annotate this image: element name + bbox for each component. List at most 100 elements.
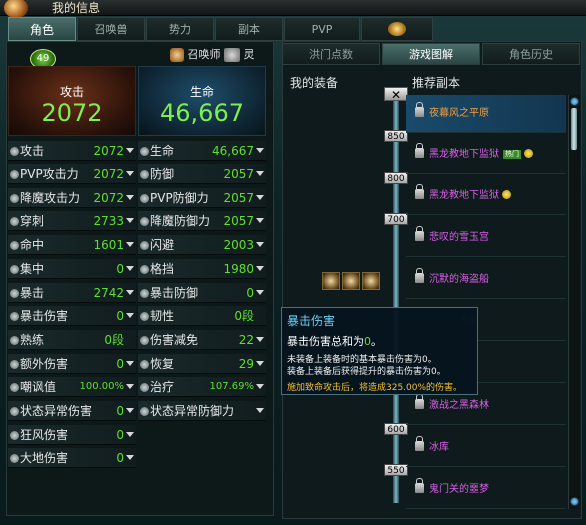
stat-row-mastery[interactable]: 熟练 0段: [8, 330, 136, 350]
stat-row-hp[interactable]: 生命 46,667: [138, 141, 266, 161]
stat-value: 107.69%: [209, 381, 255, 392]
stat-row-taunt[interactable]: 嘲讽值 100.00%: [8, 377, 136, 397]
stat-row-focus[interactable]: 集中 0: [8, 259, 136, 279]
stat-label: 状态异常防御力: [150, 404, 235, 418]
scroll-thumb[interactable]: [571, 108, 577, 150]
summoner-label: 召唤师: [187, 48, 221, 61]
focus-icon: [10, 265, 19, 274]
gear-tick-label: 600: [384, 423, 408, 435]
close-button[interactable]: ✕: [384, 87, 408, 102]
gear-tick-label: 700: [384, 213, 408, 225]
stat-row-status-damage[interactable]: 状态异常伤害 0: [8, 401, 136, 421]
expand-arrow-icon[interactable]: [126, 195, 134, 200]
stat-row-crit-damage[interactable]: 暴击伤害 0: [8, 306, 136, 326]
expand-arrow-icon[interactable]: [256, 408, 264, 413]
expand-arrow-icon[interactable]: [126, 313, 134, 318]
expand-arrow-icon[interactable]: [256, 218, 264, 223]
stat-row-pierce[interactable]: 穿刺 2733: [8, 211, 136, 231]
main-tabs: 角色 召唤兽 势力 副本 PVP: [8, 17, 434, 41]
stat-label: 暴击防御: [150, 286, 199, 300]
stat-row-healing[interactable]: 治疗 107.69%: [138, 377, 266, 397]
tab-character[interactable]: 角色: [8, 17, 76, 41]
expand-arrow-icon[interactable]: [256, 290, 264, 295]
stat-row-earth-damage[interactable]: 大地伤害 0: [8, 448, 136, 468]
stat-row-accuracy[interactable]: 命中 1601: [8, 235, 136, 255]
equipment-icon[interactable]: [342, 272, 360, 290]
expand-arrow-icon[interactable]: [126, 455, 134, 460]
tab-faction[interactable]: 势力: [146, 17, 214, 41]
list-item[interactable]: 夜幕风之平原: [406, 95, 566, 133]
expand-arrow-icon[interactable]: [256, 384, 264, 389]
expand-arrow-icon[interactable]: [126, 361, 134, 366]
expand-arrow-icon[interactable]: [256, 242, 264, 247]
block-icon: [140, 265, 149, 274]
scrollbar[interactable]: [568, 95, 580, 509]
list-item[interactable]: 沉默的海盗船: [406, 261, 566, 299]
expand-arrow-icon[interactable]: [126, 242, 134, 247]
expand-arrow-icon[interactable]: [126, 432, 134, 437]
stat-row-evasion[interactable]: 闪避 2003: [138, 235, 266, 255]
window-title: 我的信息: [52, 1, 101, 15]
stat-value: 0段: [104, 333, 124, 347]
stat-row-crit-defense[interactable]: 暴击防御 0: [138, 283, 266, 303]
stat-row-toughness[interactable]: 韧性 0段: [138, 306, 266, 326]
tab-game-guide[interactable]: 游戏图解: [382, 43, 480, 65]
expand-arrow-icon[interactable]: [256, 171, 264, 176]
tab-character-history[interactable]: 角色历史: [482, 43, 580, 65]
expand-arrow-icon[interactable]: [126, 266, 134, 271]
expand-arrow-icon[interactable]: [256, 266, 264, 271]
list-item[interactable]: 冰库: [406, 429, 566, 467]
recovery-icon: [140, 360, 149, 369]
list-item[interactable]: 黑龙教地下监狱 热门: [406, 136, 566, 174]
stat-row-defense[interactable]: 防御 2057: [138, 164, 266, 184]
expand-arrow-icon[interactable]: [256, 361, 264, 366]
expand-arrow-icon[interactable]: [126, 218, 134, 223]
list-item[interactable]: 鬼门关的噩梦: [406, 471, 566, 509]
tab-emblem[interactable]: [361, 17, 433, 41]
expand-arrow-icon[interactable]: [126, 148, 134, 153]
hp-label: 生命: [189, 85, 214, 99]
stat-value: 2057: [223, 191, 254, 205]
equipment-icon[interactable]: [322, 272, 340, 290]
tab-hongmen-points[interactable]: 洪门点数: [282, 43, 380, 65]
expand-arrow-icon[interactable]: [126, 171, 134, 176]
stat-label: 状态异常伤害: [20, 404, 93, 418]
stat-label: 集中: [20, 262, 45, 276]
tab-summon[interactable]: 召唤兽: [77, 17, 145, 41]
list-item[interactable]: 悲叹的雪玉宫: [406, 219, 566, 257]
defense-icon: [140, 170, 149, 179]
scroll-down-button[interactable]: [570, 497, 579, 506]
expand-arrow-icon[interactable]: [126, 290, 134, 295]
lock-icon: [415, 184, 424, 199]
stat-row-pvp-attack[interactable]: PVP攻击力 2072: [8, 164, 136, 184]
expand-arrow-icon[interactable]: [126, 384, 134, 389]
stat-row-damage-reduction[interactable]: 伤害减免 22: [138, 330, 266, 350]
list-item[interactable]: 黑龙教地下监狱: [406, 177, 566, 215]
hp-summary: 生命 46,667: [138, 66, 266, 136]
lock-icon: [415, 436, 424, 451]
stat-row-recovery[interactable]: 恢复 29: [138, 354, 266, 374]
scroll-up-button[interactable]: [570, 97, 579, 106]
stat-label: 降魔防御力: [150, 214, 211, 228]
stat-row-demon-attack[interactable]: 降魔攻击力 2072: [8, 188, 136, 208]
stat-row-block[interactable]: 格挡 1980: [138, 259, 266, 279]
stat-label: PVP攻击力: [20, 167, 79, 181]
tab-pvp[interactable]: PVP: [284, 17, 360, 41]
expand-arrow-icon[interactable]: [256, 337, 264, 342]
equipment-icon[interactable]: [362, 272, 380, 290]
stat-row-extra-damage[interactable]: 额外伤害 0: [8, 354, 136, 374]
game-logo-icon: [4, 0, 28, 18]
stat-row-attack[interactable]: 攻击 2072: [8, 141, 136, 161]
stat-row-demon-defense[interactable]: 降魔防御力 2057: [138, 211, 266, 231]
stat-row-wind-damage[interactable]: 狂风伤害 0: [8, 425, 136, 445]
expand-arrow-icon[interactable]: [256, 195, 264, 200]
stat-row-pvp-defense[interactable]: PVP防御力 2057: [138, 188, 266, 208]
expand-arrow-icon[interactable]: [256, 148, 264, 153]
stat-row-crit[interactable]: 暴击 2742: [8, 283, 136, 303]
stat-row-status-defense[interactable]: 状态异常防御力: [138, 401, 266, 421]
expand-arrow-icon[interactable]: [126, 408, 134, 413]
stat-value: 0: [116, 262, 124, 276]
stat-value: 46,667: [212, 144, 254, 158]
stat-label: 伤害减免: [150, 333, 199, 347]
tab-dungeon[interactable]: 副本: [215, 17, 283, 41]
